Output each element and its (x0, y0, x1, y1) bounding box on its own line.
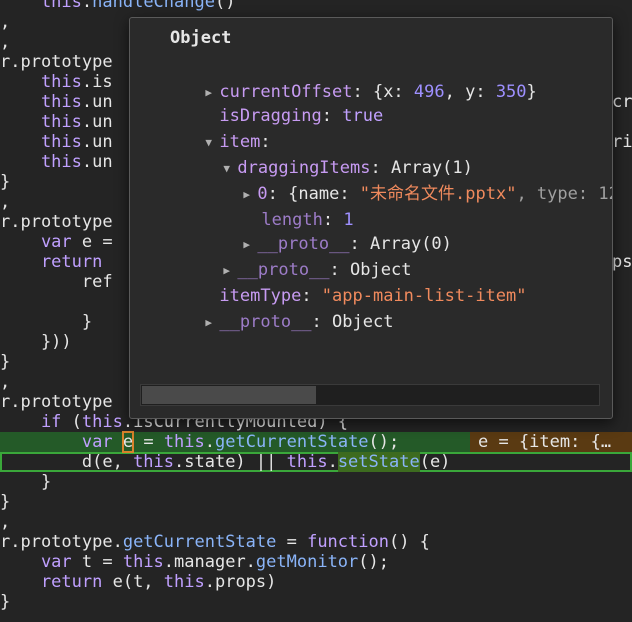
code-line: } (0, 492, 11, 512)
tree-row-length: length: 1 (261, 210, 354, 230)
code-line: var e = (0, 232, 113, 252)
code-line: var e = this.getCurrentState(); (0, 431, 400, 453)
tree-row-proto-array[interactable]: ▶ __proto__: Array(0) (182, 208, 451, 254)
tree-row-currentOffset[interactable]: ▶ currentOffset: {x: 496, y: 350} (144, 56, 536, 102)
code-fragment: ri (612, 132, 632, 152)
code-line: , (0, 512, 11, 532)
code-line: } (0, 172, 11, 192)
code-line: })) (0, 332, 72, 352)
code-line: r.prototype (0, 392, 113, 412)
code-line: } (0, 592, 11, 612)
tree-row-itemType: itemType: "app-main-list-item" (219, 286, 527, 306)
code-line: var t = this.manager.getMonitor(); (0, 552, 389, 572)
expand-arrow-icon[interactable]: ▶ (205, 311, 219, 335)
tree-row-root-proto[interactable]: ▶ __proto__: Object (144, 286, 393, 332)
inline-value-text[interactable]: e = {item: {… (478, 432, 611, 452)
object-preview-popover[interactable]: Object ▶ currentOffset: {x: 496, y: 350} … (129, 17, 613, 419)
code-line: r.prototype (0, 212, 113, 232)
horizontal-scrollbar[interactable] (140, 384, 600, 406)
hovered-variable[interactable]: e (121, 431, 135, 453)
code-line: this.un (0, 132, 113, 152)
code-line: d(e, this.state) || this.setState(e) (0, 452, 451, 472)
code-line: } (0, 352, 11, 372)
tree-row-index-0[interactable]: ▶ 0: {name: "未命名文件.pptx", type: 12 (182, 158, 612, 204)
code-line: } (0, 312, 93, 332)
code-line: this.is (0, 72, 113, 92)
code-line: return e(t, this.props) (0, 572, 277, 592)
code-line: , (0, 192, 11, 212)
code-line: , (0, 32, 11, 52)
debugger-source-view: this.handleChange() , r.prototype this.i… (0, 0, 632, 622)
code-line: this.un (0, 152, 113, 172)
code-line: , (0, 12, 11, 32)
code-fragment: cr (612, 92, 632, 112)
scrollbar-thumb[interactable] (142, 386, 316, 404)
code-fragment: ps (612, 252, 632, 272)
code-line: return (0, 252, 103, 272)
tree-row-item[interactable]: ▼ item: (144, 106, 270, 152)
tree-row-proto-object[interactable]: ▶ __proto__: Object (162, 234, 411, 280)
tree-row-draggingItems[interactable]: ▼ draggingItems: Array(1) (162, 132, 472, 178)
popover-title: Object (170, 28, 232, 48)
code-line: r.prototype.getCurrentState = function()… (0, 532, 430, 552)
code-line: this.un (0, 112, 113, 132)
code-line: this.un (0, 92, 113, 112)
code-line: ref (0, 272, 113, 292)
code-line: } (0, 472, 52, 492)
tree-row-isDragging: isDragging: true (219, 106, 384, 126)
code-line: , (0, 372, 11, 392)
code-line: this.handleChange() (0, 0, 236, 12)
code-line: r.prototype (0, 52, 113, 72)
